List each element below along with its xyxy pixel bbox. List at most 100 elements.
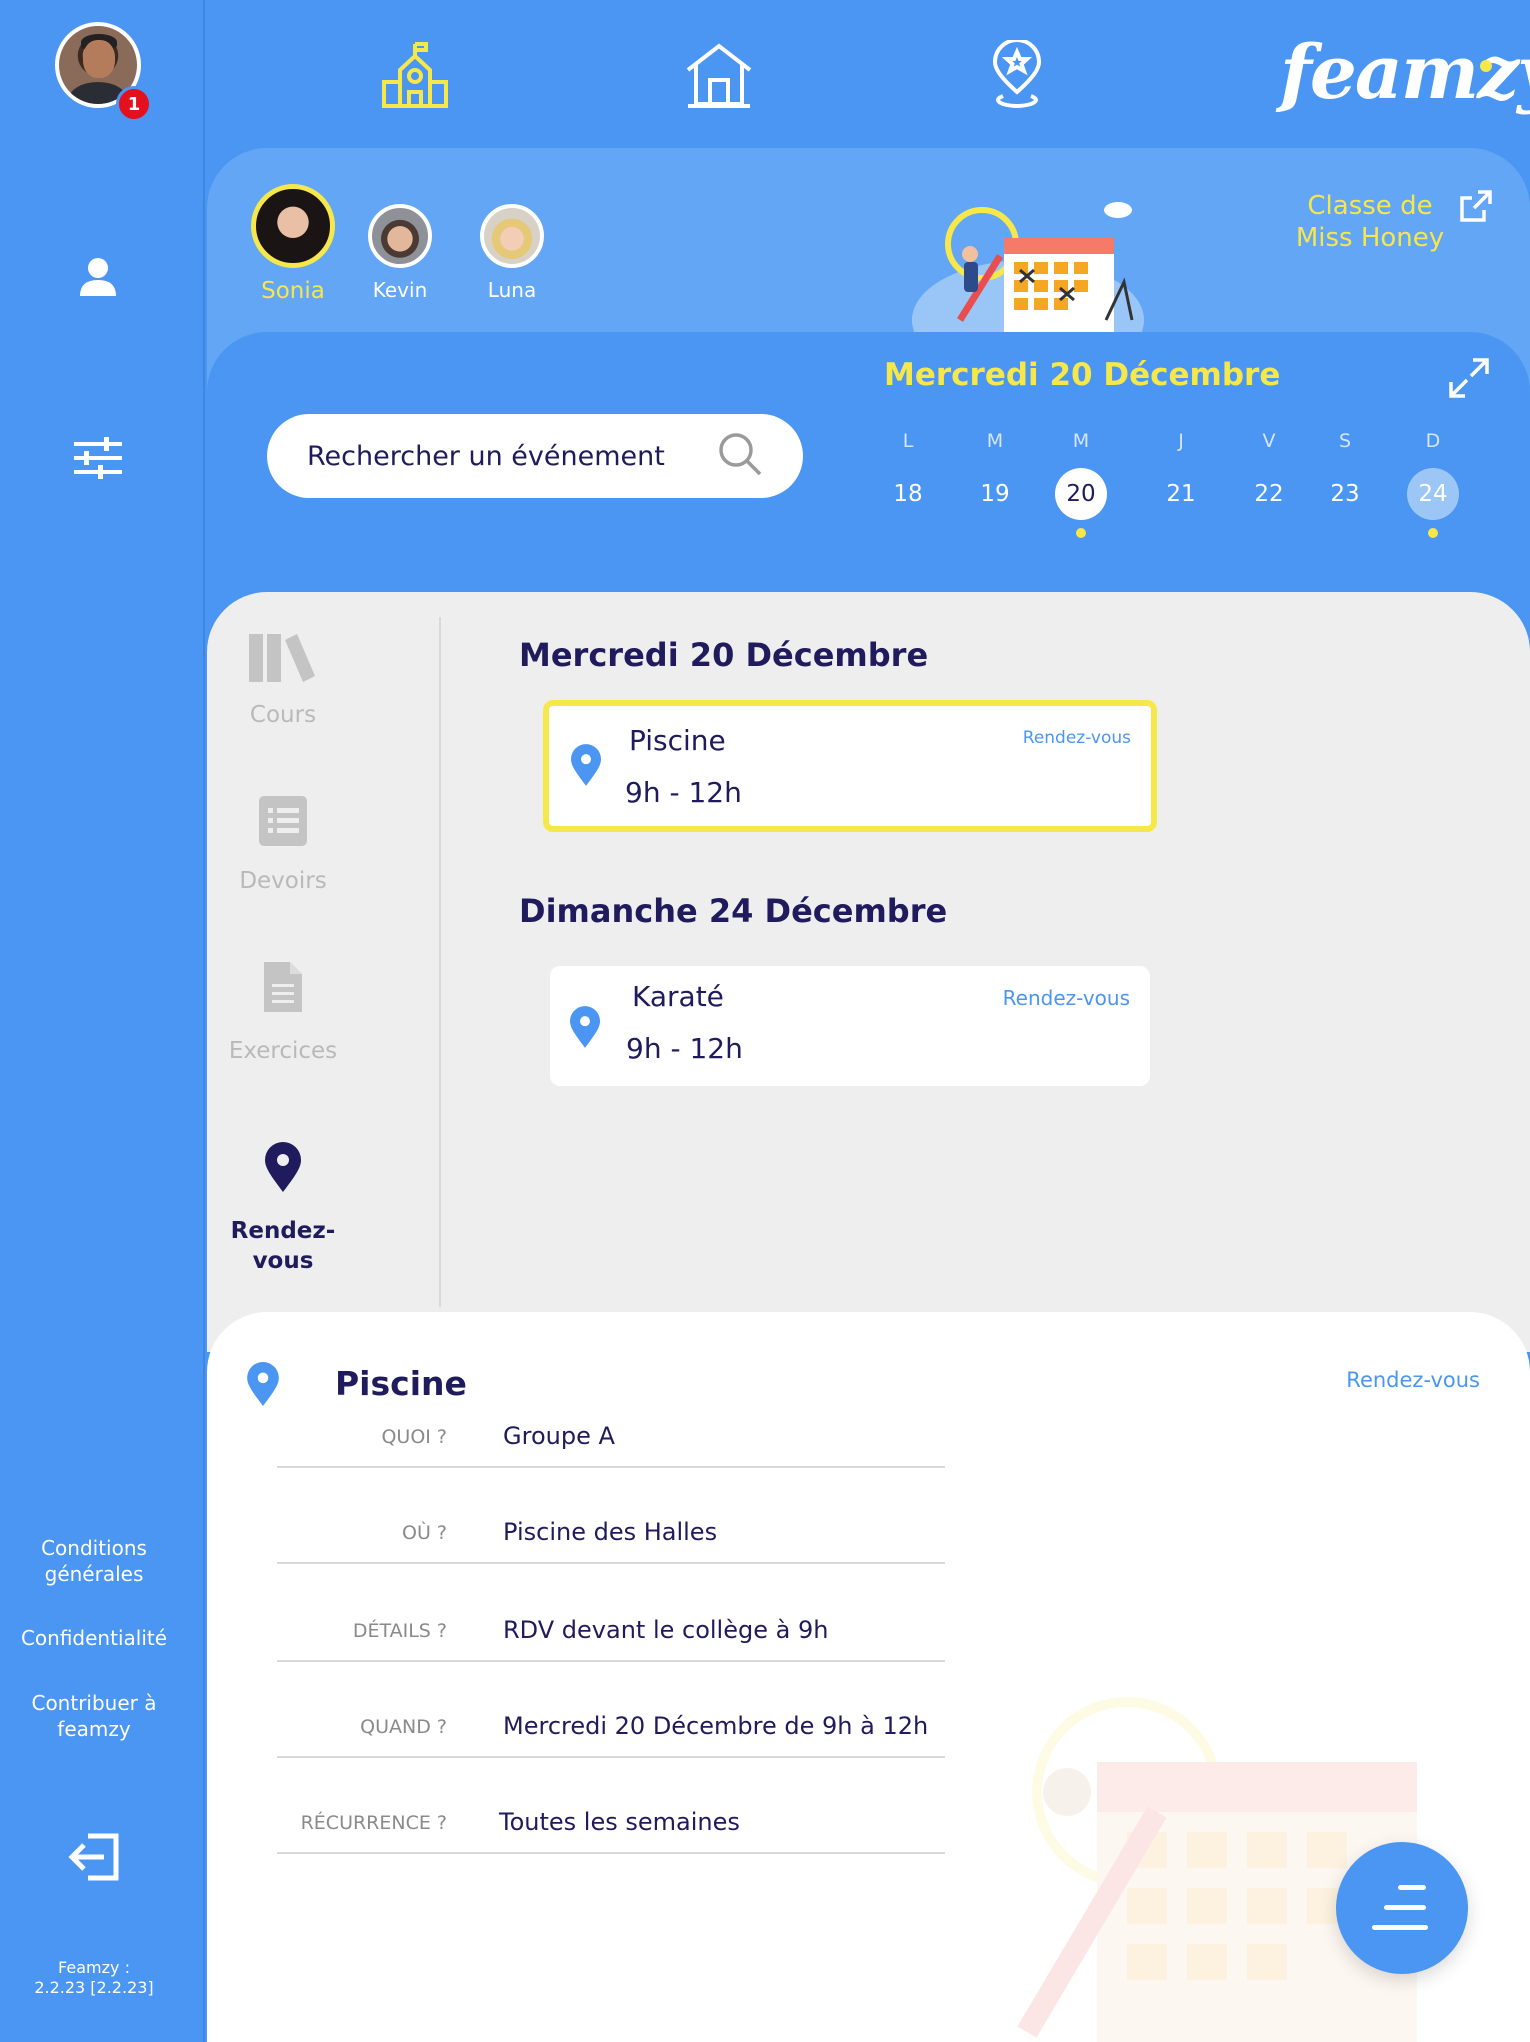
day-letter: S bbox=[1338, 430, 1352, 452]
event-detail-panel: Piscine Rendez-vous QUOI ? Groupe A OÙ ?… bbox=[207, 1312, 1530, 2042]
category-label: Cours bbox=[249, 702, 317, 728]
version-info: Feamzy : 2.2.23 [2.2.23] bbox=[0, 1958, 188, 1998]
detail-type: Rendez-vous bbox=[1346, 1368, 1480, 1392]
location-star-icon[interactable] bbox=[982, 40, 1052, 110]
category-label: Devoirs bbox=[239, 868, 327, 894]
document-icon bbox=[152, 962, 414, 1018]
category-cours[interactable]: Cours bbox=[152, 632, 414, 728]
date-heading: Mercredi 20 Décembre bbox=[519, 636, 929, 674]
detail-label: QUOI ? bbox=[381, 1426, 447, 1448]
terms-link[interactable]: Conditions générales bbox=[0, 1535, 188, 1587]
location-pin-icon bbox=[152, 1142, 414, 1198]
category-exercices[interactable]: Exercices bbox=[152, 962, 414, 1064]
calendar-illustration bbox=[910, 190, 1180, 380]
detail-value: Toutes les semaines bbox=[499, 1808, 740, 1836]
app-logo: feamzy bbox=[1280, 30, 1530, 116]
search-placeholder: Rechercher un événement bbox=[307, 440, 665, 472]
day-thursday[interactable]: J 21 bbox=[1155, 430, 1207, 520]
event-dot bbox=[1428, 528, 1438, 538]
category-divider bbox=[439, 617, 441, 1307]
user-icon[interactable] bbox=[70, 248, 126, 304]
detail-row-where: OÙ ? Piscine des Halles bbox=[277, 1508, 945, 1564]
day-saturday[interactable]: S 23 bbox=[1319, 430, 1371, 520]
detail-row-details: DÉTAILS ? RDV devant le collège à 9h bbox=[277, 1606, 945, 1662]
detail-title: Piscine bbox=[335, 1364, 467, 1403]
class-link[interactable]: Classe de Miss Honey bbox=[1270, 190, 1470, 254]
calendar-band: Rechercher un événement Mercredi 20 Déce… bbox=[207, 332, 1530, 632]
books-icon bbox=[152, 632, 414, 690]
filter-sliders-icon[interactable] bbox=[70, 430, 126, 486]
date-heading: Dimanche 24 Décembre bbox=[519, 892, 948, 930]
event-type: Rendez-vous bbox=[1022, 728, 1131, 748]
day-number: 23 bbox=[1330, 481, 1360, 507]
contribute-link[interactable]: Contribuer à feamzy bbox=[0, 1690, 188, 1742]
detail-value: RDV devant le collège à 9h bbox=[503, 1616, 829, 1644]
menu-button[interactable] bbox=[1336, 1842, 1468, 1974]
category-label: Exercices bbox=[228, 1038, 338, 1064]
detail-row-recurrence: RÉCURRENCE ? Toutes les semaines bbox=[277, 1798, 945, 1854]
location-pin-icon bbox=[247, 1362, 279, 1410]
events-area: Cours Devoirs Exercices Rendez-vous Merc… bbox=[207, 592, 1530, 1352]
location-pin-icon bbox=[570, 1006, 600, 1052]
version-label: Feamzy : bbox=[58, 1958, 130, 1977]
detail-value: Groupe A bbox=[503, 1422, 615, 1450]
event-title: Karaté bbox=[632, 980, 724, 1013]
logout-icon[interactable] bbox=[62, 1830, 126, 1884]
menu-lines-icon bbox=[1372, 1885, 1428, 1930]
detail-label: OÙ ? bbox=[402, 1522, 447, 1544]
class-link-line1: Classe de bbox=[1307, 191, 1433, 221]
day-wednesday[interactable]: M 20 bbox=[1055, 430, 1107, 538]
expand-icon[interactable] bbox=[1447, 356, 1491, 404]
day-sunday[interactable]: D 24 bbox=[1407, 430, 1459, 538]
category-rendez-vous[interactable]: Rendez-vous bbox=[152, 1142, 414, 1276]
day-letter: L bbox=[902, 430, 914, 452]
child-luna[interactable]: Luna bbox=[476, 204, 548, 302]
version-value: 2.2.23 [2.2.23] bbox=[34, 1978, 154, 1997]
child-sonia[interactable]: Sonia bbox=[248, 184, 338, 304]
category-devoirs[interactable]: Devoirs bbox=[152, 796, 414, 894]
search-input[interactable]: Rechercher un événement bbox=[267, 414, 803, 498]
day-letter: V bbox=[1262, 430, 1276, 452]
event-card-karate[interactable]: Karaté 9h - 12h Rendez-vous bbox=[550, 966, 1150, 1086]
detail-row-what: QUOI ? Groupe A bbox=[277, 1412, 945, 1468]
child-avatar bbox=[251, 184, 335, 268]
detail-row-when: QUAND ? Mercredi 20 Décembre de 9h à 12h bbox=[277, 1702, 945, 1758]
location-pin-icon bbox=[571, 744, 601, 790]
notification-badge[interactable]: 1 bbox=[116, 86, 152, 122]
category-label: Rendez-vous bbox=[230, 1218, 336, 1274]
child-avatar bbox=[368, 204, 432, 268]
logo-dot bbox=[1480, 60, 1492, 72]
day-number: 21 bbox=[1166, 481, 1196, 507]
day-number: 18 bbox=[893, 481, 923, 507]
day-number: 19 bbox=[980, 481, 1010, 507]
day-friday[interactable]: V 22 bbox=[1243, 430, 1295, 520]
search-icon[interactable] bbox=[717, 431, 763, 481]
child-name: Luna bbox=[487, 278, 537, 302]
school-icon[interactable] bbox=[380, 40, 450, 110]
detail-label: RÉCURRENCE ? bbox=[300, 1812, 447, 1834]
day-monday[interactable]: L 18 bbox=[882, 430, 934, 520]
external-link-icon[interactable] bbox=[1458, 188, 1494, 228]
day-number: 20 bbox=[1055, 468, 1107, 520]
detail-value: Piscine des Halles bbox=[503, 1518, 718, 1546]
detail-label: DÉTAILS ? bbox=[352, 1620, 447, 1642]
day-letter: J bbox=[1178, 430, 1184, 452]
home-icon[interactable] bbox=[684, 40, 754, 110]
event-title: Piscine bbox=[629, 724, 726, 757]
child-name: Sonia bbox=[261, 278, 325, 304]
event-time: 9h - 12h bbox=[626, 1032, 743, 1065]
day-letter: M bbox=[986, 430, 1004, 452]
privacy-link[interactable]: Confidentialité bbox=[0, 1625, 188, 1651]
detail-value: Mercredi 20 Décembre de 9h à 12h bbox=[503, 1712, 929, 1740]
day-number: 22 bbox=[1254, 481, 1284, 507]
day-letter: M bbox=[1072, 430, 1090, 452]
event-card-piscine[interactable]: Piscine 9h - 12h Rendez-vous bbox=[543, 700, 1157, 832]
list-icon bbox=[152, 796, 414, 852]
child-name: Kevin bbox=[372, 278, 428, 302]
event-dot bbox=[1076, 528, 1086, 538]
event-type: Rendez-vous bbox=[1002, 986, 1130, 1010]
child-kevin[interactable]: Kevin bbox=[364, 204, 436, 302]
day-tuesday[interactable]: M 19 bbox=[969, 430, 1021, 520]
child-avatar bbox=[480, 204, 544, 268]
detail-label: QUAND ? bbox=[360, 1716, 447, 1738]
